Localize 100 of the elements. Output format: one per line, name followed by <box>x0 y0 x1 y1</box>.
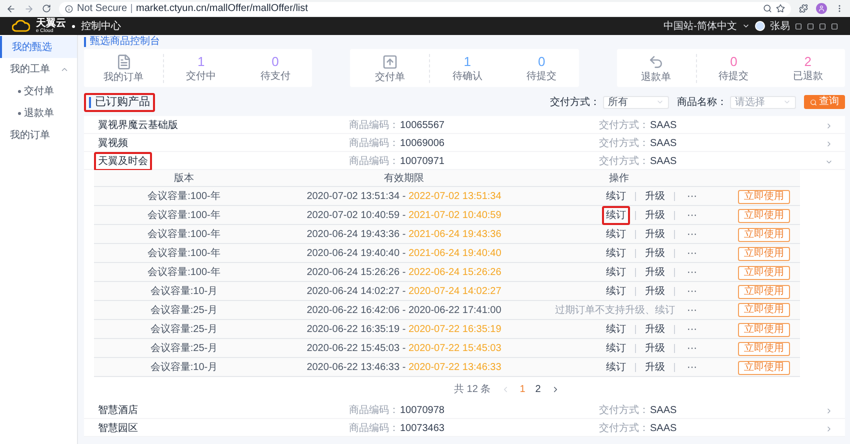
undo-icon <box>648 54 664 70</box>
action-link[interactable]: 续订 <box>602 358 630 377</box>
star-icon[interactable] <box>776 4 785 13</box>
table-cell-text: 会议容量:100-年 <box>146 208 222 223</box>
table-cell-text: 会议容量:25-月 <box>149 322 219 337</box>
filter-label: 商品名称： <box>677 96 727 110</box>
more-button[interactable]: ··· <box>680 341 704 356</box>
product-name: 翼视频 <box>97 136 129 151</box>
delivery-label: 交付方式： <box>599 154 649 169</box>
table-cell-text: 2020-06-22 15:45:03 - 2020-07-22 15:45:03 <box>306 342 502 356</box>
product-code: 10065567 <box>400 119 444 133</box>
stat-label: 待提交 <box>718 72 749 82</box>
search-icon[interactable] <box>763 4 772 13</box>
dropdown-caret-icon <box>656 98 664 106</box>
action-link[interactable]: 续订 <box>602 187 630 206</box>
delivery-label: 交付方式： <box>599 118 649 133</box>
stat-value: 1 <box>197 54 205 68</box>
code-label: 商品编码： <box>349 118 399 133</box>
section-title: 已订购产品 <box>84 92 155 112</box>
more-button[interactable]: ··· <box>680 208 704 223</box>
more-button[interactable]: ··· <box>680 360 704 375</box>
breadcrumb: 甄选商品控制台 <box>84 37 160 47</box>
product-code: 10070971 <box>400 155 444 169</box>
caret-icon <box>742 22 750 30</box>
action-link[interactable]: 升级 <box>641 187 669 206</box>
product-row[interactable]: 翼视频 商品编码：10069006 交付方式：SAAS <box>84 134 845 152</box>
expand-icon <box>825 122 833 130</box>
expand-icon <box>825 424 833 432</box>
expand-icon <box>825 140 833 148</box>
table-cell-text: 会议容量:25-月 <box>149 342 219 356</box>
product-name: 智慧酒店 <box>97 404 139 418</box>
user-name[interactable]: 张易 <box>770 18 790 34</box>
sidebar-item[interactable]: 我的工单 <box>0 58 77 80</box>
more-button[interactable]: ··· <box>680 227 704 242</box>
column-header: 有效期限 <box>384 172 424 186</box>
more-button[interactable]: ··· <box>680 302 704 318</box>
reload-icon[interactable] <box>42 4 51 13</box>
cloud-logo-icon <box>12 20 30 32</box>
action-link[interactable]: 续订 <box>602 282 630 301</box>
action-link[interactable]: 续订 <box>602 225 630 244</box>
expired-note: 过期订单不支持升级、续订 <box>555 304 675 318</box>
upload-icon <box>382 54 398 70</box>
stat-value: 1 <box>464 54 472 68</box>
delivery-method: SAAS <box>650 155 677 169</box>
sidebar-item[interactable]: 我的订单 <box>0 124 77 146</box>
stat-value: 2 <box>804 54 812 68</box>
more-button[interactable]: ··· <box>680 284 704 299</box>
product-code: 10070978 <box>400 404 444 418</box>
table-cell-text: 会议容量:100-年 <box>146 228 222 242</box>
extensions-icon[interactable] <box>799 4 808 13</box>
action-link[interactable]: 升级 <box>641 320 669 339</box>
table-cell-text: 2020-06-24 19:43:36 - 2021-06-24 19:43:36 <box>306 228 502 242</box>
code-label: 商品编码： <box>349 404 399 418</box>
more-button[interactable]: ··· <box>680 246 704 261</box>
product-row[interactable]: 智慧酒店 商品编码：10070978 交付方式：SAAS <box>84 401 845 419</box>
product-name: 智慧园区 <box>97 422 139 436</box>
action-link[interactable]: 续订 <box>602 244 630 263</box>
product-row[interactable]: 智慧园区 商品编码：10073463 交付方式：SAAS <box>84 419 845 437</box>
column-header: 版本 <box>174 172 194 186</box>
action-link[interactable]: 升级 <box>641 282 669 301</box>
action-link[interactable]: 升级 <box>641 263 669 282</box>
action-link[interactable]: 续订 <box>602 320 630 339</box>
total-count: 共 12 条 <box>454 382 491 396</box>
action-link[interactable]: 升级 <box>641 358 669 377</box>
table-cell-text: 会议容量:100-年 <box>146 266 222 280</box>
action-link[interactable]: 续订 <box>602 263 630 282</box>
action-link[interactable]: 升级 <box>641 244 669 263</box>
filter-dropdown[interactable]: 所有 <box>603 96 669 108</box>
page-button[interactable]: 2 <box>535 382 541 396</box>
code-label: 商品编码： <box>349 422 399 436</box>
code-label: 商品编码： <box>349 154 399 169</box>
action-link[interactable]: 升级 <box>641 339 669 358</box>
sidebar-item[interactable]: 退款单 <box>0 102 77 124</box>
region-selector[interactable]: 中国站-简体中文 <box>664 18 737 34</box>
code-label: 商品编码： <box>349 136 399 151</box>
action-link[interactable]: 升级 <box>641 225 669 244</box>
stat-value: 0 <box>730 54 738 68</box>
stat-label: 待支付 <box>260 72 290 82</box>
action-link[interactable]: 升级 <box>641 206 669 225</box>
avatar-icon[interactable] <box>755 21 765 31</box>
more-button[interactable]: ··· <box>680 189 704 204</box>
table-cell-text: 2020-07-02 13:51:34 - 2022-07-02 13:51:34 <box>306 190 502 204</box>
delivery-label: 交付方式： <box>599 404 649 418</box>
delivery-method: SAAS <box>650 119 677 133</box>
info-icon <box>65 4 73 12</box>
table-cell-text: 2020-06-22 16:35:19 - 2020-07-22 16:35:19 <box>306 323 502 337</box>
dropdown-caret-icon <box>783 98 791 106</box>
document-icon <box>116 54 132 70</box>
back-icon[interactable] <box>6 4 16 14</box>
delivery-label: 交付方式： <box>599 136 649 151</box>
more-button[interactable]: ··· <box>680 265 704 280</box>
table-cell-text: 会议容量:100-年 <box>146 246 222 261</box>
action-link[interactable]: 续订 <box>602 339 630 358</box>
sidebar-item[interactable]: 交付单 <box>0 80 77 102</box>
address-bar[interactable]: Not Secure market.ctyun.cn/mallOffer/mallOffer/list <box>59 2 791 16</box>
product-row[interactable]: 翼视界魔云基础版 商品编码：10065567 交付方式：SAAS <box>84 116 845 134</box>
stat-label: 已退款 <box>792 72 823 82</box>
column-header: 操作 <box>609 172 629 186</box>
more-button[interactable]: ··· <box>680 322 704 337</box>
sidebar-item[interactable]: 我的甄选 <box>0 36 77 58</box>
